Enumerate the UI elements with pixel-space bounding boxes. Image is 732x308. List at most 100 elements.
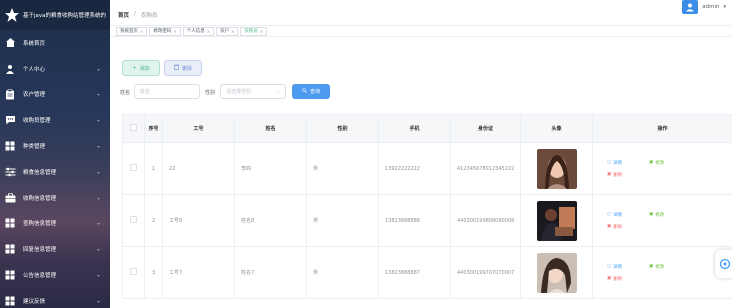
briefcase-icon [4, 192, 16, 204]
tag-item[interactable]: 农户 × [216, 26, 239, 36]
avatar[interactable] [682, 0, 699, 14]
sidebar-item[interactable]: 个人中心 ⌄ [0, 56, 110, 82]
delete-row-button[interactable]: ▣ 删除 [607, 224, 649, 230]
name-filter-input[interactable]: 姓名 [134, 84, 200, 99]
gender-select-placeholder: 请选择性别 [226, 89, 252, 95]
id-card-cell: 440300199808080008 [450, 194, 521, 247]
view-button[interactable]: ○ 详情 [607, 212, 649, 218]
sidebar-item-label: 农户管理 [23, 92, 46, 99]
sidebar-item[interactable]: 收购员管理 ⌄ [0, 107, 110, 133]
sidebar-item[interactable]: 收购信息管理 ⌄ [0, 185, 110, 211]
select-all-header[interactable] [122, 114, 145, 143]
name-cell: 姓名8 [234, 194, 307, 247]
delete-row-button[interactable]: ▣ 删除 [607, 276, 649, 282]
home-icon [4, 37, 16, 49]
tag-item[interactable]: 修改密码 × [149, 26, 181, 36]
tag-item[interactable]: 个人信息 × [182, 26, 215, 36]
view-button[interactable]: ○ 详情 [607, 264, 649, 270]
column-header: 序号 [144, 114, 163, 143]
user-icon [4, 63, 16, 75]
delete-button[interactable]: 删除 [164, 60, 202, 76]
view-button[interactable]: ○ 详情 [607, 160, 649, 166]
sidebar-item[interactable]: 查购信息管理 ⌄ [0, 211, 110, 237]
sidebar-item[interactable]: 粮食信息管理 ⌄ [0, 159, 110, 185]
column-header: 头像 [520, 114, 593, 143]
phone-cell: 13922222222 [378, 142, 451, 195]
app-title: 基于java的粮食收购站管理系统的 [23, 13, 107, 19]
sidebar-item[interactable]: 回复信息管理 ⌄ [0, 236, 110, 262]
username[interactable]: admin [702, 4, 719, 10]
row-select-cell[interactable] [122, 142, 145, 195]
delete-label: 删除 [613, 224, 623, 230]
row-select-cell[interactable] [122, 194, 145, 247]
close-icon[interactable]: × [231, 28, 234, 35]
select-all-checkbox[interactable] [130, 124, 137, 131]
grid-icon [4, 269, 16, 281]
row-index: 2 [144, 194, 163, 247]
row-checkbox[interactable] [130, 164, 137, 171]
row-checkbox[interactable] [130, 268, 137, 275]
customer-service-button[interactable] [715, 250, 732, 278]
table-header-row: 序号 工号 姓名 性别 手机 身份证 头像 操作 [122, 114, 732, 143]
close-icon[interactable]: × [260, 28, 263, 35]
chat-icon [4, 114, 16, 126]
table-row[interactable]: 3 工号7 姓名7 男 13823888887 440300199707070007 ○ 详情… [122, 246, 732, 299]
sidebar: 基于java的粮食收购站管理系统的 系统首页 个人中心 ⌄ 农户管理 ⌄ 收购员管理 ⌄ 种类… [0, 0, 110, 308]
edit-button[interactable]: ▣ 修改 [649, 160, 679, 166]
main-content: + 添加 删除 姓名 姓名 性别 请选择性别 ⌄ 查询 序号 工号 姓名 性别 … [110, 37, 732, 308]
tags-view: 系统首页 × 修改密码 × 个人信息 × 农户 × 农购员 × [110, 26, 732, 37]
search-icon [302, 88, 307, 95]
row-index: 3 [144, 246, 163, 299]
chevron-down-icon: ⌄ [95, 65, 101, 73]
view-label: 详情 [612, 212, 622, 218]
search-button[interactable]: 查询 [292, 84, 330, 99]
sidebar-item-label: 个人中心 [23, 66, 46, 73]
sidebar-item[interactable]: 种类管理 ⌄ [0, 133, 110, 159]
photo-cell [520, 142, 593, 195]
gender-filter-select[interactable]: 请选择性别 ⌄ [220, 84, 286, 99]
table-row[interactable]: 1 22 李四男 13922222222 412345678912345222 ○ 详情 ▣ 修… [122, 142, 732, 195]
add-button[interactable]: + 添加 [122, 60, 160, 76]
sidebar-item-label: 收购员管理 [23, 118, 51, 125]
edit-button[interactable]: ▣ 修改 [649, 212, 679, 218]
delete-row-button[interactable]: ▣ 删除 [607, 172, 649, 178]
view-icon: ○ [607, 212, 611, 217]
phone-cell: 13823888887 [378, 246, 451, 299]
sidebar-item[interactable]: 公告信息管理 ⌄ [0, 262, 110, 288]
tag-item[interactable]: 系统首页 × [116, 26, 148, 36]
sidebar-item-label: 查购信息管理 [23, 221, 57, 228]
chevron-down-icon: ⌄ [95, 219, 101, 227]
caret-down-icon[interactable]: ▾ [723, 4, 726, 10]
sidebar-item[interactable]: 系统首页 [0, 30, 110, 56]
sidebar-item-label: 回复信息管理 [23, 247, 57, 254]
breadcrumb-home[interactable]: 首页 [118, 11, 129, 19]
row-checkbox[interactable] [130, 216, 137, 223]
id-card-cell: 412345678912345222 [450, 142, 521, 195]
close-icon[interactable]: × [140, 28, 143, 35]
table-row[interactable]: 2 工号8 姓名8 男 13823888888 440300199808080008 ○ 详情… [122, 194, 732, 247]
tag-item[interactable]: 农购员 × [240, 26, 268, 36]
sidebar-item[interactable]: 建议反馈 ⌄ [0, 288, 110, 308]
avatar-photo [536, 200, 577, 241]
tag-label: 个人信息 [186, 28, 205, 34]
row-select-cell[interactable] [122, 246, 145, 299]
job-no-cell: 工号8 [162, 194, 235, 247]
phone-cell: 13823888888 [378, 194, 451, 247]
chevron-down-icon: ⌄ [95, 297, 101, 305]
chevron-down-icon: ⌄ [95, 271, 101, 279]
user-avatar-icon [686, 3, 695, 12]
chevron-down-icon: ⌄ [95, 90, 101, 98]
edit-label: 修改 [655, 264, 665, 270]
name-filter-label: 姓名 [120, 90, 131, 96]
breadcrumb-current: 农购员 [140, 13, 158, 19]
close-icon[interactable]: × [207, 28, 210, 35]
gender-cell: 男 [306, 194, 379, 247]
user-menu[interactable]: admin ▾ [682, 0, 726, 14]
delete-label: 删除 [613, 276, 623, 282]
grid-icon [4, 243, 16, 255]
tag-label: 农户 [220, 28, 230, 34]
edit-button[interactable]: ▣ 修改 [649, 264, 679, 270]
column-header: 工号 [162, 114, 235, 143]
close-icon[interactable]: × [173, 28, 176, 35]
sidebar-item[interactable]: 农户管理 ⌄ [0, 82, 110, 108]
